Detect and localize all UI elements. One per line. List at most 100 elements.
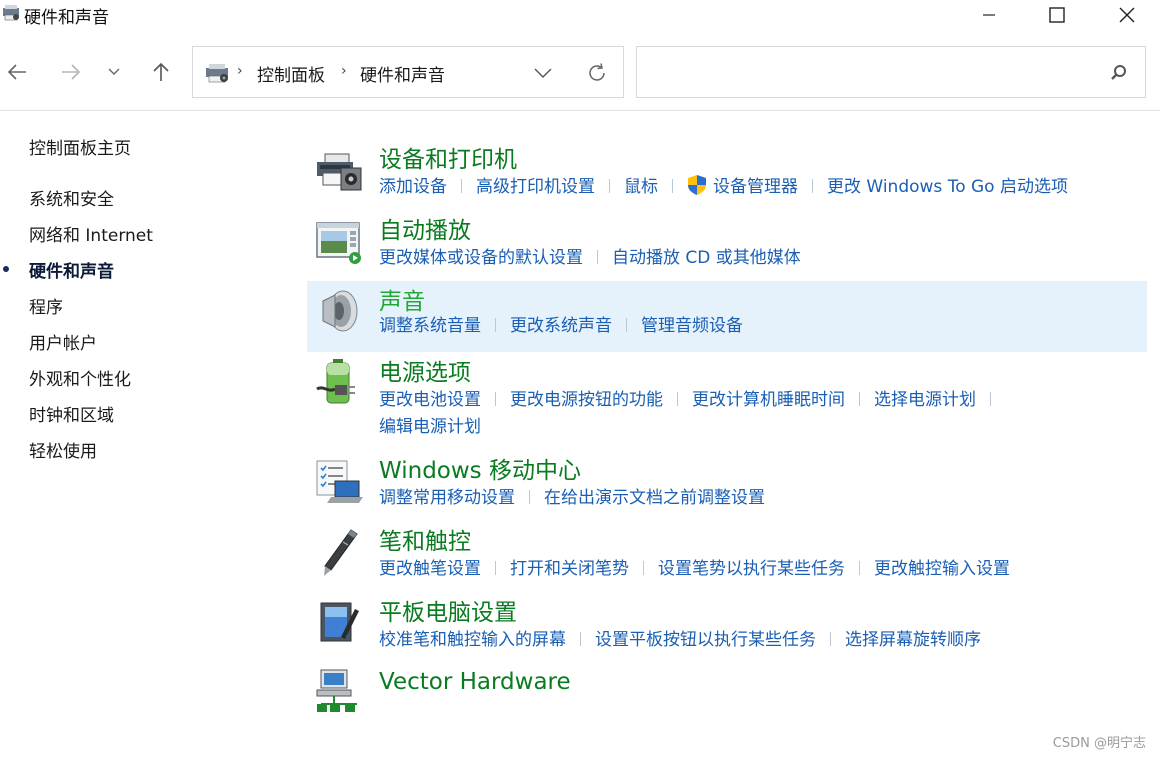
link-separator	[529, 490, 530, 504]
watermark: CSDN @明宁志	[1052, 736, 1146, 751]
back-button[interactable]	[2, 57, 32, 87]
address-bar[interactable]: › 控制面板 › 硬件和声音	[192, 46, 624, 98]
link-separator	[677, 392, 678, 406]
link-presentation-settings[interactable]: 在给出演示文档之前调整设置	[544, 488, 765, 508]
category-devices-printers: 设备和打印机 添加设备 高级打印机设置 鼠标 设备管理器 更改 Windows To G…	[307, 140, 1147, 206]
link-calibrate-screen[interactable]: 校准笔和触控输入的屏幕	[379, 630, 566, 650]
sidebar-item-user-accounts[interactable]: 用户帐户	[29, 329, 97, 354]
category-sound: 声音 调整系统音量 更改系统声音 管理音频设备	[307, 281, 1147, 352]
link-advanced-printer-setup[interactable]: 高级打印机设置	[476, 177, 595, 197]
link-sleep-time[interactable]: 更改计算机睡眠时间	[692, 390, 845, 410]
search-box[interactable]	[636, 46, 1146, 98]
category-title[interactable]: 设备和打印机	[379, 140, 517, 174]
category-links: 更改触笔设置 打开和关闭笔势 设置笔势以执行某些任务 更改触控输入设置	[379, 556, 1139, 583]
back-arrow-icon	[7, 64, 26, 80]
link-set-flicks[interactable]: 设置笔势以执行某些任务	[658, 559, 845, 579]
link-change-system-sounds[interactable]: 更改系统声音	[510, 316, 612, 336]
search-icon[interactable]	[1109, 63, 1129, 83]
link-manage-audio-devices[interactable]: 管理音频设备	[641, 316, 743, 336]
sidebar-item-ease-of-access[interactable]: 轻松使用	[29, 437, 97, 462]
link-choose-power-plan[interactable]: 选择电源计划	[874, 390, 976, 410]
mobility-center-icon	[316, 460, 363, 503]
sidebar-item-network[interactable]: 网络和 Internet	[29, 221, 153, 246]
refresh-button[interactable]	[583, 59, 611, 87]
sidebar-item-home[interactable]: 控制面板主页	[29, 134, 131, 159]
address-dropdown-button[interactable]	[529, 59, 557, 87]
category-title[interactable]: 笔和触控	[379, 522, 471, 556]
link-separator	[495, 392, 496, 406]
pen-icon	[324, 529, 358, 576]
link-pen-settings[interactable]: 更改触笔设置	[379, 559, 481, 579]
link-separator	[859, 561, 860, 575]
breadcrumb-control-panel[interactable]: 控制面板	[257, 61, 325, 86]
active-indicator-icon	[3, 266, 9, 272]
up-button[interactable]	[146, 57, 176, 87]
link-separator	[495, 561, 496, 575]
sidebar-item-hardware-sound[interactable]: 硬件和声音	[29, 257, 114, 282]
link-rotation-order[interactable]: 选择屏幕旋转顺序	[845, 630, 981, 650]
category-links: 更改媒体或设备的默认设置 自动播放 CD 或其他媒体	[379, 245, 1139, 272]
sidebar-item-system-security[interactable]: 系统和安全	[29, 185, 114, 210]
category-title[interactable]: 自动播放	[379, 211, 471, 245]
link-common-mobility-settings[interactable]: 调整常用移动设置	[379, 488, 515, 508]
category-links: 添加设备 高级打印机设置 鼠标 设备管理器 更改 Windows To Go 启动选项	[379, 174, 1139, 201]
breadcrumb-separator-icon: ›	[341, 63, 347, 79]
category-autoplay: 自动播放 更改媒体或设备的默认设置 自动播放 CD 或其他媒体	[307, 211, 1147, 277]
search-input[interactable]	[645, 57, 1095, 87]
link-autoplay-cd[interactable]: 自动播放 CD 或其他媒体	[612, 248, 801, 268]
breadcrumb-separator-icon: ›	[237, 63, 243, 79]
sidebar-item-clock-region[interactable]: 时钟和区域	[29, 401, 114, 426]
link-separator	[461, 179, 462, 193]
category-title[interactable]: 声音	[379, 282, 425, 316]
link-battery-settings[interactable]: 更改电池设置	[379, 390, 481, 410]
link-separator	[812, 179, 813, 193]
forward-button[interactable]	[56, 57, 86, 87]
close-button[interactable]	[1104, 0, 1150, 30]
link-tablet-buttons[interactable]: 设置平板按钮以执行某些任务	[595, 630, 816, 650]
category-links: 调整常用移动设置 在给出演示文档之前调整设置	[379, 485, 1139, 512]
link-separator	[859, 392, 860, 406]
link-windows-to-go[interactable]: 更改 Windows To Go 启动选项	[827, 177, 1068, 197]
link-separator	[830, 632, 831, 646]
link-add-device[interactable]: 添加设备	[379, 177, 447, 197]
link-device-manager[interactable]: 设备管理器	[713, 177, 798, 197]
category-title[interactable]: 平板电脑设置	[379, 593, 517, 627]
header-divider	[0, 110, 1160, 111]
category-links: 调整系统音量 更改系统声音 管理音频设备	[379, 313, 1139, 340]
chevron-down-icon	[108, 68, 120, 75]
category-title[interactable]: 电源选项	[379, 353, 471, 387]
link-separator	[580, 632, 581, 646]
uac-shield-icon	[688, 175, 706, 195]
navigation-bar: › 控制面板 › 硬件和声音	[0, 44, 1160, 100]
sidebar-item-appearance[interactable]: 外观和个性化	[29, 365, 131, 390]
link-touch-input-settings[interactable]: 更改触控输入设置	[874, 559, 1010, 579]
minimize-button[interactable]	[966, 0, 1012, 30]
maximize-button[interactable]	[1034, 0, 1080, 30]
link-mouse[interactable]: 鼠标	[624, 177, 658, 197]
window-title: 硬件和声音	[24, 8, 109, 28]
link-edit-power-plan[interactable]: 编辑电源计划	[379, 417, 481, 437]
refresh-icon	[589, 63, 605, 81]
link-adjust-volume[interactable]: 调整系统音量	[379, 316, 481, 336]
chevron-down-icon	[534, 68, 552, 78]
autoplay-icon	[316, 222, 361, 264]
link-change-media-defaults[interactable]: 更改媒体或设备的默认设置	[379, 248, 583, 268]
category-links: 更改电池设置 更改电源按钮的功能 更改计算机睡眠时间 选择电源计划编辑电源计划	[379, 387, 1139, 441]
link-power-buttons[interactable]: 更改电源按钮的功能	[510, 390, 663, 410]
sidebar-item-programs[interactable]: 程序	[29, 293, 63, 318]
network-hardware-icon	[316, 669, 357, 712]
link-separator	[495, 318, 496, 332]
breadcrumb-hardware-sound[interactable]: 硬件和声音	[360, 61, 445, 86]
recent-locations-button[interactable]	[100, 57, 128, 87]
printer-icon	[317, 153, 362, 191]
link-toggle-flicks[interactable]: 打开和关闭笔势	[510, 559, 629, 579]
category-power-options: 电源选项 更改电池设置 更改电源按钮的功能 更改计算机睡眠时间 选择电源计划编辑电源计…	[307, 353, 1147, 445]
title-bar: 硬件和声音	[0, 0, 1160, 30]
control-panel-icon	[3, 5, 19, 21]
forward-arrow-icon	[62, 64, 81, 80]
link-separator	[626, 318, 627, 332]
category-title[interactable]: Vector Hardware	[379, 669, 571, 695]
category-title[interactable]: Windows 移动中心	[379, 451, 581, 485]
link-separator	[672, 179, 673, 193]
maximize-icon	[1049, 7, 1065, 23]
